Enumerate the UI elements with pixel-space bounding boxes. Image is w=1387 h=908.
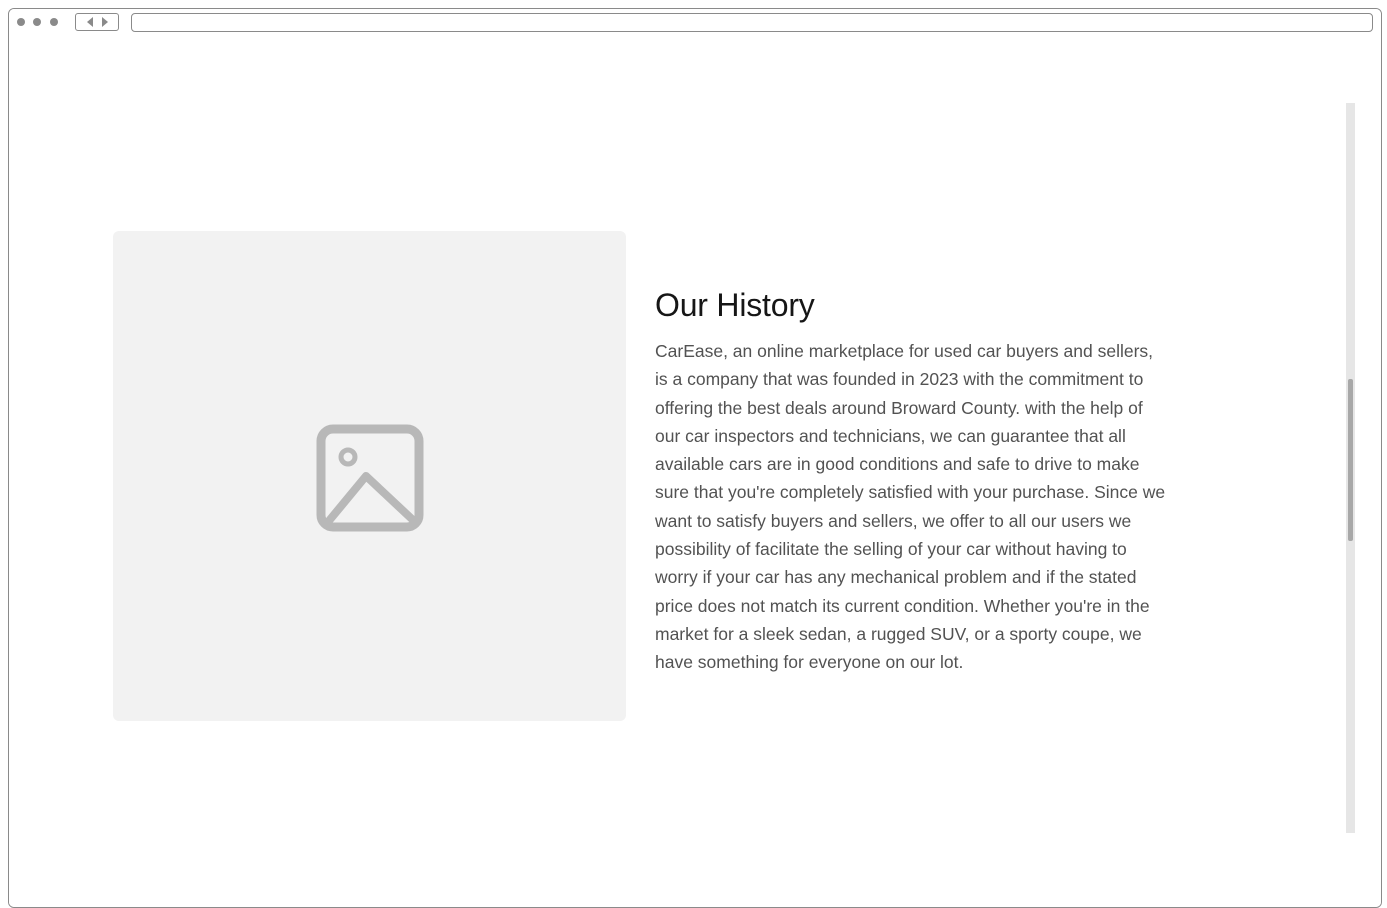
scrollbar-thumb[interactable] (1348, 379, 1353, 541)
browser-window: Our History CarEase, an online marketpla… (8, 8, 1382, 908)
chevron-left-icon[interactable] (87, 17, 93, 27)
page-viewport: Our History CarEase, an online marketpla… (9, 41, 1381, 907)
address-bar[interactable] (131, 13, 1373, 32)
window-close-dot[interactable] (17, 18, 25, 26)
browser-titlebar (9, 9, 1381, 39)
history-image (113, 231, 626, 721)
nav-buttons (75, 13, 119, 31)
chevron-right-icon[interactable] (102, 17, 108, 27)
history-section: Our History CarEase, an online marketpla… (655, 285, 1175, 677)
section-title: Our History (655, 287, 815, 323)
image-icon (316, 424, 424, 532)
section-body: CarEase, an online marketplace for used … (655, 341, 1166, 673)
scrollbar[interactable] (1346, 103, 1355, 833)
window-maximize-dot[interactable] (50, 18, 58, 26)
window-minimize-dot[interactable] (33, 18, 41, 26)
